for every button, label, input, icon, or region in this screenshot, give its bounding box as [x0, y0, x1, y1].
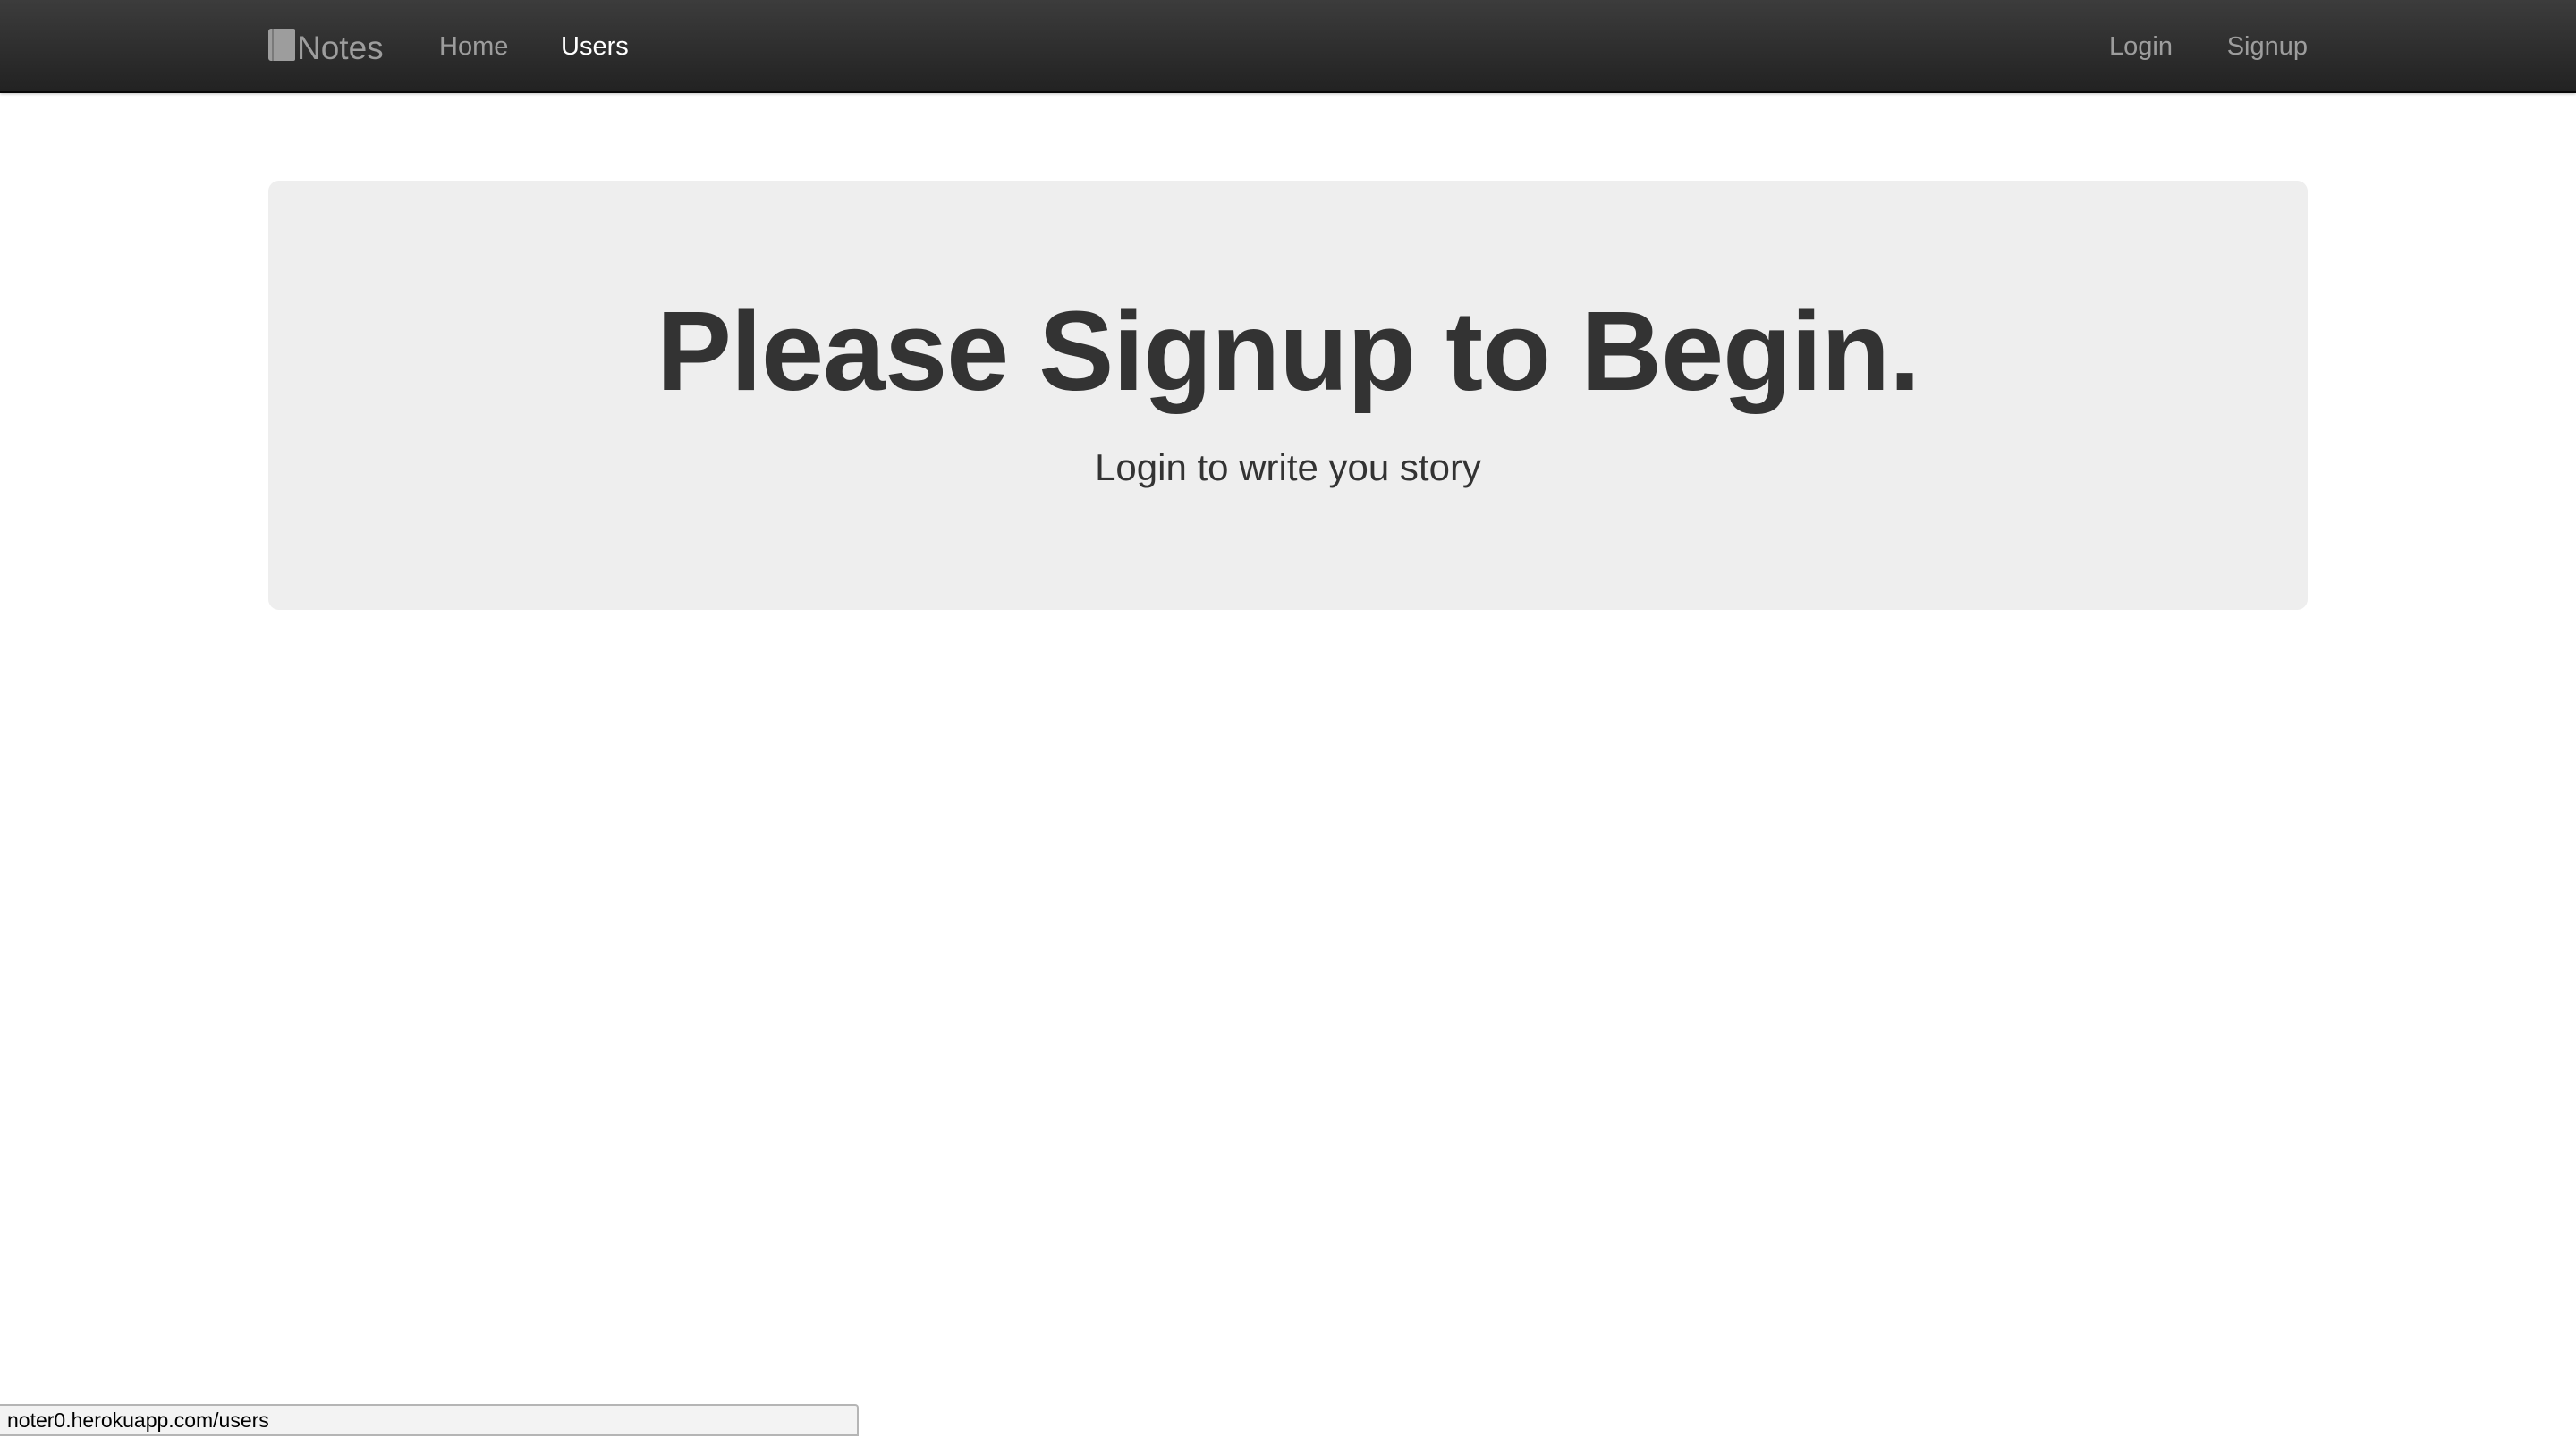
- navbar-container: Notes Home Users Login Signup: [268, 0, 2308, 93]
- page-subtitle: Login to write you story: [1095, 446, 1481, 488]
- nav-link-signup[interactable]: Signup: [2227, 0, 2308, 93]
- top-navbar: Notes Home Users Login Signup: [0, 0, 2576, 93]
- brand-label: Notes: [297, 29, 384, 66]
- nav-link-home[interactable]: Home: [439, 0, 508, 93]
- nav-link-login[interactable]: Login: [2109, 0, 2173, 93]
- nav-link-users[interactable]: Users: [561, 0, 629, 93]
- link-preview-status-bar: noter0.herokuapp.com/users: [0, 1404, 859, 1436]
- brand-link[interactable]: Notes: [268, 0, 384, 93]
- page-title: Please Signup to Begin.: [656, 288, 1920, 414]
- signup-jumbotron: Please Signup to Begin. Login to write y…: [268, 181, 2308, 610]
- book-icon: [268, 29, 295, 61]
